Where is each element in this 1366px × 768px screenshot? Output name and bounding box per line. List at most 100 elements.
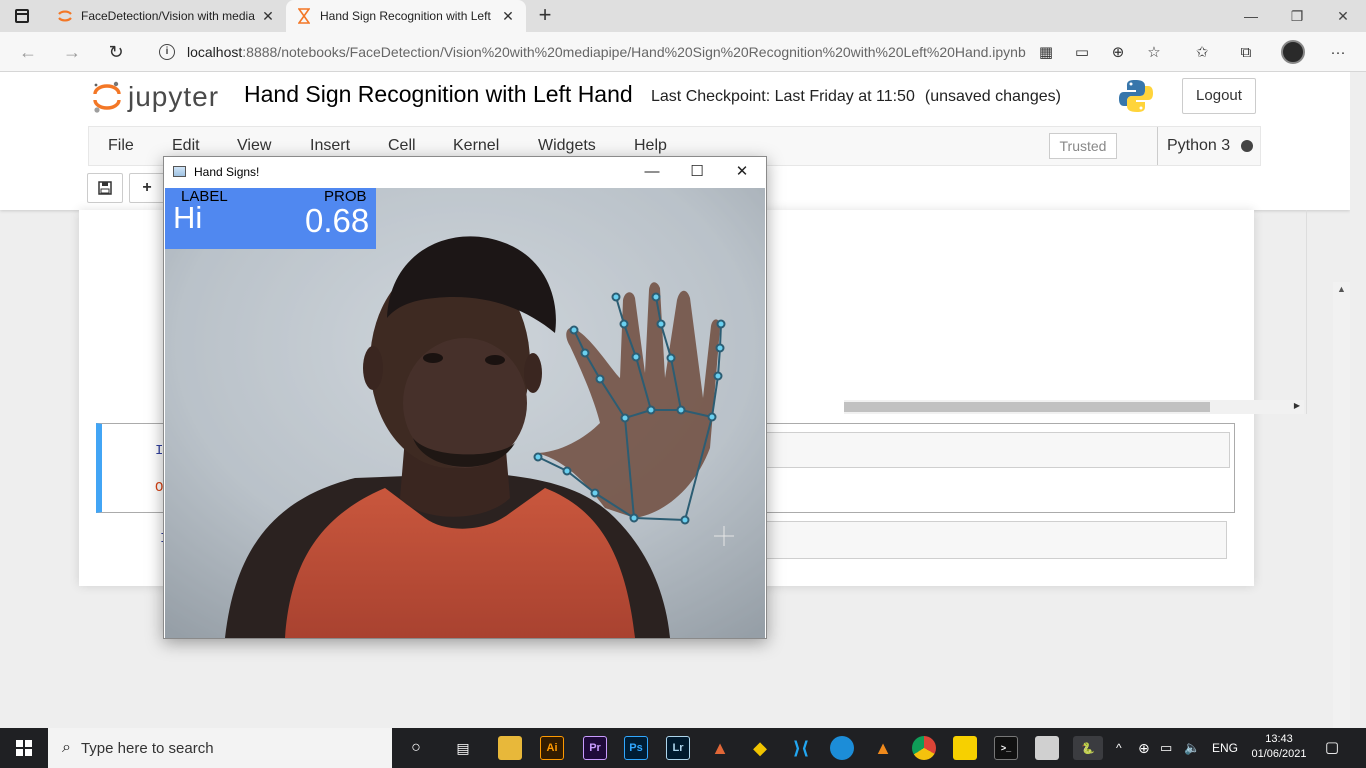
address-bar: ← → ↻ i localhost:8888/notebooks/FaceDet… [0, 32, 1366, 72]
collections-icon[interactable]: ⧉ [1236, 42, 1256, 62]
close-tab-icon[interactable]: ✕ [500, 8, 516, 24]
jupyter-logo[interactable]: jupyter [92, 80, 219, 114]
menu-insert[interactable]: Insert [310, 137, 350, 155]
cell-input-editor[interactable] [765, 521, 1227, 559]
favorites-icon[interactable]: ✩ [1192, 42, 1212, 62]
kernel-name[interactable]: Python 3 [1157, 127, 1230, 165]
battery-icon[interactable]: ▭ [1160, 728, 1172, 768]
cell-input-editor[interactable] [766, 432, 1230, 468]
tab-title: FaceDetection/Vision with media [81, 9, 255, 23]
close-button[interactable]: ✕ [731, 162, 753, 182]
explorer-window-icon[interactable] [1035, 736, 1059, 760]
webcam-frame: LABEL PROB Hi 0.68 [165, 188, 765, 638]
notebook-title[interactable]: Hand Sign Recognition with Left Hand [244, 81, 633, 108]
window-title: Hand Signs! [194, 165, 260, 179]
trusted-indicator[interactable]: Trusted [1049, 133, 1117, 159]
zoom-icon[interactable]: ⊕ [1108, 42, 1128, 62]
menu-file[interactable]: File [108, 137, 134, 155]
site-info-icon[interactable]: i [159, 44, 175, 60]
window-app-icon [173, 166, 186, 177]
tab-actions-icon [15, 9, 29, 23]
kernel-status-icon [1241, 140, 1253, 152]
vscode-icon[interactable]: ⟩⟨ [789, 736, 813, 760]
prediction-overlay: LABEL PROB Hi 0.68 [165, 188, 376, 249]
refresh-icon[interactable]: ↻ [104, 40, 128, 64]
premiere-icon[interactable]: Pr [583, 736, 607, 760]
forward-arrow-icon[interactable]: → [60, 40, 84, 64]
reader-mode-icon[interactable]: ▭ [1072, 42, 1092, 62]
insert-cell-button[interactable]: + [129, 173, 165, 203]
network-icon[interactable]: ⊕ [1138, 728, 1150, 768]
python-taskbar-icon[interactable]: 🐍 [1073, 736, 1103, 760]
close-window-button[interactable]: ✕ [1320, 0, 1366, 32]
scroll-right-icon[interactable]: ▶ [1294, 401, 1300, 410]
back-arrow-icon[interactable]: ← [16, 40, 40, 64]
edge-icon[interactable] [830, 736, 854, 760]
sticky-notes-icon[interactable] [953, 736, 977, 760]
profile-avatar[interactable] [1281, 40, 1305, 64]
menu-cell[interactable]: Cell [388, 137, 416, 155]
file-explorer-icon[interactable] [498, 736, 522, 760]
menu-widgets[interactable]: Widgets [538, 137, 596, 155]
url-field[interactable]: i localhost:8888/notebooks/FaceDetection… [145, 37, 1175, 67]
maximize-button[interactable]: ☐ [686, 162, 708, 182]
checkpoint-status: Last Checkpoint: Last Friday at 11:50 (un… [651, 88, 1061, 106]
url-path: :8888/notebooks/FaceDetection/Vision%20w… [242, 44, 1026, 60]
lightroom-icon[interactable]: Lr [666, 736, 690, 760]
more-menu-icon[interactable]: ··· [1328, 42, 1348, 62]
tab-actions-button[interactable] [8, 6, 36, 26]
terminal-icon[interactable]: >_ [994, 736, 1018, 760]
windows-logo-icon [16, 740, 32, 756]
jupyter-spinner-icon [57, 8, 73, 24]
restore-button[interactable]: ❐ [1274, 0, 1320, 32]
jupyter-wordmark: jupyter [128, 81, 220, 112]
new-tab-button[interactable]: + [533, 4, 557, 28]
system-clock[interactable]: 13:43 01/06/2021 [1248, 732, 1310, 762]
predicted-class: Hi [173, 200, 203, 235]
jupyter-logo-icon [93, 81, 121, 113]
close-tab-icon[interactable]: ✕ [260, 8, 276, 24]
probability-value: 0.68 [305, 202, 370, 239]
menu-help[interactable]: Help [634, 137, 667, 155]
save-button[interactable] [87, 173, 123, 203]
browser-tab-2-active[interactable]: Hand Sign Recognition with Left ✕ [286, 0, 526, 32]
vertical-scrollbar[interactable]: ▲ ▼ [1333, 282, 1350, 728]
search-icon: ⌕ [62, 739, 71, 756]
window-title-bar[interactable]: Hand Signs! — ☐ ✕ [164, 157, 766, 187]
photoshop-icon[interactable]: Ps [624, 736, 648, 760]
python-logo-icon [1119, 80, 1153, 112]
volume-icon[interactable]: 🔈 [1184, 728, 1200, 768]
logout-button[interactable]: Logout [1182, 78, 1256, 114]
tab-title: Hand Sign Recognition with Left [320, 9, 491, 23]
chrome-icon[interactable] [912, 736, 936, 760]
cortana-icon[interactable]: ○ [404, 736, 428, 760]
scrollbar-thumb[interactable] [844, 402, 1210, 412]
vlc-icon[interactable]: ▲ [871, 736, 895, 760]
apps-grid-icon[interactable]: ▦ [1036, 42, 1056, 62]
scroll-up-icon[interactable]: ▲ [1337, 284, 1346, 294]
taskbar-search-box[interactable]: ⌕ Type here to search [48, 728, 392, 768]
browser-tab-1[interactable]: FaceDetection/Vision with media ✕ [47, 0, 286, 32]
menu-edit[interactable]: Edit [172, 137, 200, 155]
save-icon [98, 181, 112, 195]
menu-kernel[interactable]: Kernel [453, 137, 499, 155]
url-host: localhost [187, 44, 243, 60]
horizontal-scrollbar[interactable]: ▶ [844, 400, 1304, 414]
notification-icon[interactable]: ▢ [1322, 738, 1342, 758]
start-button[interactable] [0, 728, 48, 768]
browser-tab-strip: FaceDetection/Vision with media ✕ Hand S… [0, 0, 1366, 32]
language-indicator[interactable]: ENG [1212, 728, 1238, 768]
plus-icon: + [142, 179, 152, 196]
add-favorite-icon[interactable]: ☆ [1144, 42, 1164, 62]
git-icon[interactable]: ◆ [748, 736, 772, 760]
checkpoint-text: Last Checkpoint: Last Friday at 11:50 [651, 88, 915, 105]
illustrator-icon[interactable]: Ai [540, 736, 564, 760]
matlab-icon[interactable]: ▲ [708, 736, 732, 760]
windows-taskbar: ⌕ Type here to search ○ ▤ Ai Pr Ps Lr ▲ … [0, 728, 1366, 768]
minimize-button[interactable]: — [1228, 0, 1274, 32]
show-hidden-icons[interactable]: ^ [1116, 728, 1122, 768]
hand-signs-window[interactable]: Hand Signs! — ☐ ✕ LABEL PROB Hi 0.68 [163, 156, 767, 639]
task-view-icon[interactable]: ▤ [451, 736, 475, 760]
minimize-button[interactable]: — [641, 162, 663, 182]
menu-view[interactable]: View [237, 137, 271, 155]
